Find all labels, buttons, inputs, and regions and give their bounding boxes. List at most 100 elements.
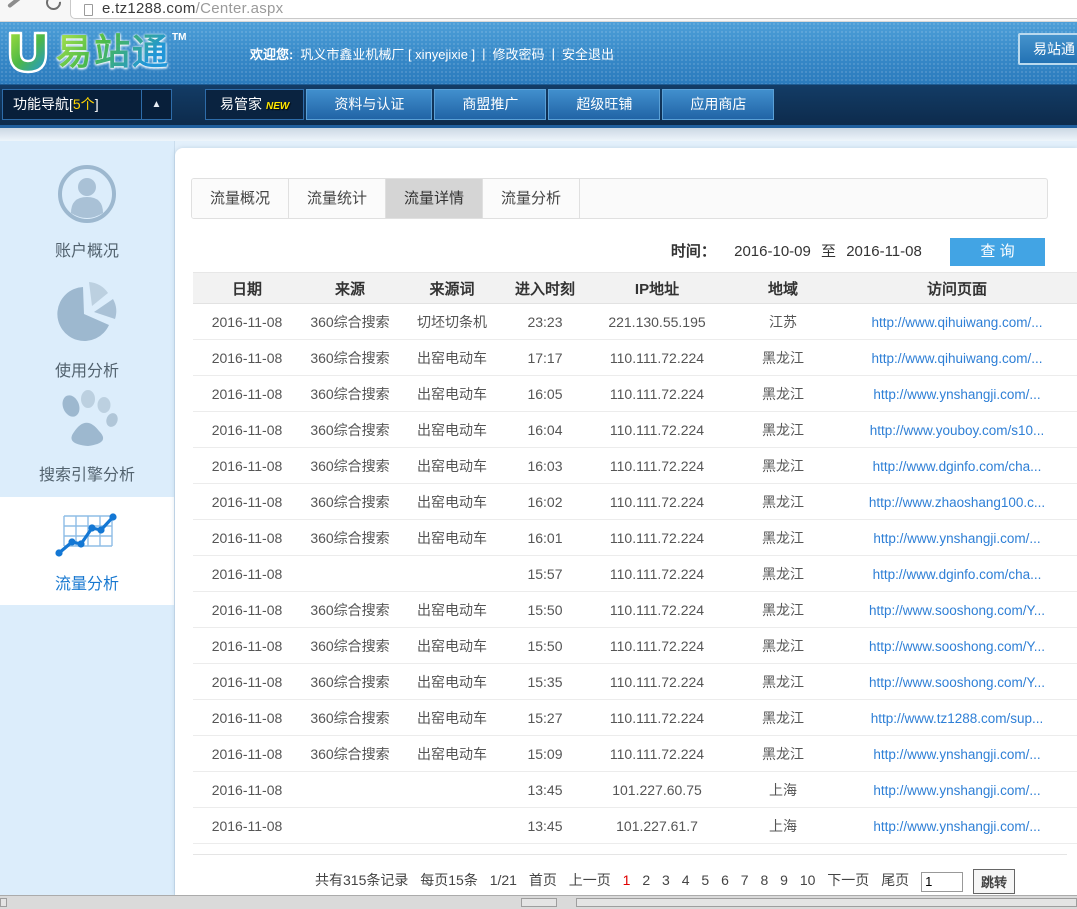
welcome-bar: 欢迎您: 巩义市鑫业机械厂 [ xinyejixie ] | 修改密码 | 安全… bbox=[250, 22, 614, 84]
url-host: e.tz1288.com bbox=[102, 0, 196, 17]
cell-date: 2016-11-08 bbox=[193, 772, 301, 808]
scroll-segment[interactable] bbox=[0, 898, 7, 907]
cell-ip: 110.111.72.224 bbox=[585, 664, 729, 700]
cell-date: 2016-11-08 bbox=[193, 412, 301, 448]
cell-region: 上海 bbox=[729, 808, 837, 844]
page-number-link[interactable]: 7 bbox=[741, 872, 749, 888]
new-badge: NEW bbox=[266, 101, 289, 112]
sidebar-item-account-overview[interactable]: 账户概况 bbox=[0, 163, 174, 261]
cell-source: 360综合搜索 bbox=[301, 736, 399, 772]
cell-date: 2016-11-08 bbox=[193, 448, 301, 484]
cell-date: 2016-11-08 bbox=[193, 808, 301, 844]
cell-source bbox=[301, 808, 399, 844]
visit-page-link[interactable]: http://www.sooshong.com/Y... bbox=[869, 639, 1045, 654]
cell-source: 360综合搜索 bbox=[301, 700, 399, 736]
sidebar-item-traffic-analysis[interactable]: 流量分析 bbox=[0, 497, 174, 605]
header-divider-strip bbox=[0, 128, 1077, 141]
cell-entry-time: 16:02 bbox=[505, 484, 585, 520]
visit-page-link[interactable]: http://www.qihuiwang.com/... bbox=[871, 351, 1042, 366]
page-number-link[interactable]: 2 bbox=[642, 872, 650, 888]
nav-tab[interactable]: 资料与认证 bbox=[306, 89, 432, 120]
sidebar-item-search-engine-analysis[interactable]: 搜索引擎分析 bbox=[0, 389, 174, 485]
column-header: 来源词 bbox=[399, 273, 505, 304]
horizontal-scrollbar[interactable] bbox=[0, 895, 1077, 909]
nav-tab[interactable]: 商盟推广 bbox=[434, 89, 546, 120]
cell-ip: 110.111.72.224 bbox=[585, 556, 729, 592]
traffic-tab[interactable]: 流量概况 bbox=[192, 179, 289, 218]
date-to[interactable]: 2016-11-08 bbox=[846, 243, 922, 260]
visit-page-link[interactable]: http://www.ynshangji.com/... bbox=[873, 387, 1040, 402]
date-from[interactable]: 2016-10-09 bbox=[734, 243, 811, 260]
visit-page-link[interactable]: http://www.dginfo.com/cha... bbox=[873, 459, 1042, 474]
query-button[interactable]: 查 询 bbox=[950, 238, 1045, 266]
page-number-link[interactable]: 9 bbox=[780, 872, 788, 888]
nav-tab[interactable]: 应用商店 bbox=[662, 89, 774, 120]
visit-page-link[interactable]: http://www.ynshangji.com/... bbox=[873, 531, 1040, 546]
visit-page-link[interactable]: http://www.dginfo.com/cha... bbox=[873, 567, 1042, 582]
column-header: 进入时刻 bbox=[505, 273, 585, 304]
visit-page-link[interactable]: http://www.tz1288.com/sup... bbox=[871, 711, 1044, 726]
visit-page-link[interactable]: http://www.ynshangji.com/... bbox=[873, 819, 1040, 834]
page-number-link[interactable]: 3 bbox=[662, 872, 670, 888]
cell-ip: 110.111.72.224 bbox=[585, 412, 729, 448]
cell-date: 2016-11-08 bbox=[193, 736, 301, 772]
page-indicator: 1/21 bbox=[490, 872, 517, 888]
traffic-tab[interactable]: 流量统计 bbox=[289, 179, 386, 218]
last-page-link[interactable]: 尾页 bbox=[881, 872, 909, 888]
cell-visit-page: http://www.dginfo.com/cha... bbox=[837, 448, 1077, 484]
page-number-link[interactable]: 4 bbox=[682, 872, 690, 888]
table-row: 2016-11-08 360综合搜索 出窑电动车 15:50 110.111.7… bbox=[193, 628, 1077, 664]
cell-date: 2016-11-08 bbox=[193, 340, 301, 376]
content-card: 流量概况 流量统计 流量详情 流量分析 时间： 2016-10-09 至 201… bbox=[175, 148, 1077, 895]
visit-page-link[interactable]: http://www.ynshangji.com/... bbox=[873, 783, 1040, 798]
nav-tab[interactable]: 易管家NEW bbox=[205, 89, 304, 120]
scroll-segment[interactable] bbox=[521, 898, 557, 907]
page-number-link[interactable]: 1 bbox=[623, 872, 631, 888]
cell-visit-page: http://www.youboy.com/s10... bbox=[837, 412, 1077, 448]
visit-page-link[interactable]: http://www.sooshong.com/Y... bbox=[869, 603, 1045, 618]
cell-date: 2016-11-08 bbox=[193, 700, 301, 736]
change-password-link[interactable]: 修改密码 bbox=[493, 44, 545, 63]
scroll-thumb[interactable] bbox=[576, 898, 1077, 907]
cell-keyword: 出窑电动车 bbox=[399, 664, 505, 700]
visit-page-link[interactable]: http://www.youboy.com/s10... bbox=[870, 423, 1045, 438]
next-page-link[interactable]: 下一页 bbox=[827, 872, 869, 888]
nav-tab-label: 资料与认证 bbox=[334, 96, 404, 112]
cell-source: 360综合搜索 bbox=[301, 664, 399, 700]
address-bar[interactable]: e.tz1288.com/Center.aspx bbox=[70, 0, 1077, 19]
function-nav-dropdown[interactable]: 功能导航[5个] ▲ bbox=[2, 89, 172, 120]
visit-page-link[interactable]: http://www.qihuiwang.com/... bbox=[871, 315, 1042, 330]
page-number-link[interactable]: 5 bbox=[701, 872, 709, 888]
cell-visit-page: http://www.zhaoshang100.c... bbox=[837, 484, 1077, 520]
sidebar-item-usage-analysis[interactable]: 使用分析 bbox=[0, 277, 174, 381]
jump-input[interactable] bbox=[921, 872, 963, 892]
cell-region: 上海 bbox=[729, 772, 837, 808]
visit-page-link[interactable]: http://www.sooshong.com/Y... bbox=[869, 675, 1045, 690]
traffic-tab[interactable]: 流量分析 bbox=[483, 179, 580, 218]
refresh-icon[interactable] bbox=[43, 0, 64, 13]
page-number-link[interactable]: 8 bbox=[760, 872, 768, 888]
nav-tab[interactable]: 超级旺铺 bbox=[548, 89, 660, 120]
cell-region: 黑龙江 bbox=[729, 340, 837, 376]
visit-page-link[interactable]: http://www.ynshangji.com/... bbox=[873, 747, 1040, 762]
forward-icon[interactable] bbox=[7, 0, 27, 8]
logout-link[interactable]: 安全退出 bbox=[562, 44, 614, 63]
home-button[interactable]: 易站通 bbox=[1018, 33, 1077, 65]
visit-page-link[interactable]: http://www.zhaoshang100.c... bbox=[869, 495, 1045, 510]
cell-date: 2016-11-08 bbox=[193, 484, 301, 520]
cell-visit-page: http://www.ynshangji.com/... bbox=[837, 376, 1077, 412]
page-number-link[interactable]: 10 bbox=[800, 872, 816, 888]
jump-button[interactable]: 跳转 bbox=[973, 869, 1015, 894]
pagination: 共有315条记录 每页15条 1/21 首页 上一页 1 2 3 4 5 6 7… bbox=[193, 854, 1067, 894]
page-number-link[interactable]: 6 bbox=[721, 872, 729, 888]
cell-entry-time: 15:50 bbox=[505, 628, 585, 664]
cell-region: 黑龙江 bbox=[729, 556, 837, 592]
cell-region: 黑龙江 bbox=[729, 376, 837, 412]
cell-ip: 110.111.72.224 bbox=[585, 700, 729, 736]
cell-keyword bbox=[399, 772, 505, 808]
prev-page-link[interactable]: 上一页 bbox=[569, 872, 611, 888]
traffic-tab[interactable]: 流量详情 bbox=[386, 179, 483, 218]
first-page-link[interactable]: 首页 bbox=[529, 872, 557, 888]
table-row: 2016-11-08 360综合搜索 出窑电动车 15:35 110.111.7… bbox=[193, 664, 1077, 700]
collapse-arrow-icon[interactable]: ▲ bbox=[141, 90, 171, 119]
